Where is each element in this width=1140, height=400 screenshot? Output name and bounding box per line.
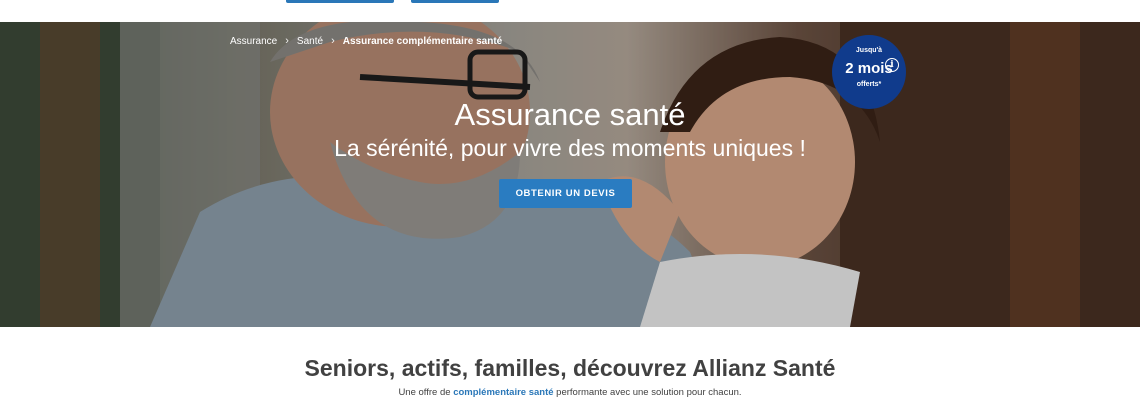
section-description: Une offre de complémentaire santé perfor… [0,387,1140,398]
info-icon[interactable]: i [885,58,899,72]
breadcrumb-item-sante[interactable]: Santé [297,36,323,47]
page-title: Assurance santé [454,97,686,132]
section-title: Seniors, actifs, familles, découvrez All… [304,355,836,381]
complementaire-sante-link[interactable]: complémentaire santé [453,387,553,398]
hero-overlay [0,22,1140,327]
promo-badge[interactable]: Jusqu'à 2 mois offerts* [832,35,906,109]
nav-tab-indicator-2[interactable] [411,0,499,3]
section-text-after: performante avec une solution pour chacu… [553,387,742,398]
get-quote-button[interactable]: OBTENIR UN DEVIS [499,179,632,208]
hero-banner: Assurance › Santé › Assurance complément… [0,22,1140,327]
section-text-before: Une offre de [398,387,454,398]
breadcrumb: Assurance › Santé › Assurance complément… [230,35,502,47]
page-subtitle: La sérénité, pour vivre des moments uniq… [334,135,806,161]
chevron-right-icon: › [331,35,335,47]
top-navigation [0,0,1140,22]
breadcrumb-item-assurance[interactable]: Assurance [230,36,277,47]
chevron-right-icon: › [285,35,289,47]
breadcrumb-current: Assurance complémentaire santé [342,35,503,47]
nav-tab-indicator-1[interactable] [286,0,394,3]
promo-post-text: offerts* [856,81,882,88]
promo-pre-text: Jusqu'à [855,47,883,54]
